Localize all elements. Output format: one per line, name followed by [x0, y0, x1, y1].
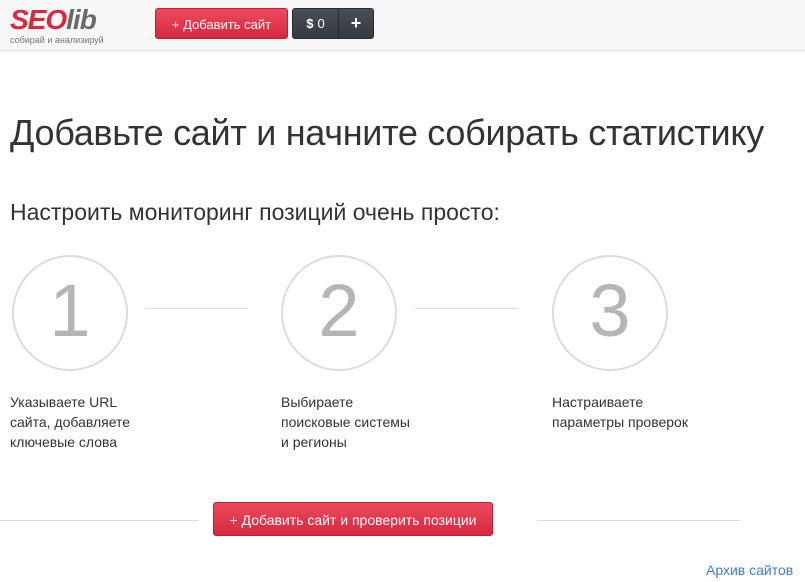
step-2-description: Выбираете поисковые системы и регионы	[281, 392, 431, 452]
step-connector	[146, 308, 248, 309]
step-3-description: Настраиваете параметры проверок	[552, 392, 702, 432]
step-2-circle: 2	[281, 255, 397, 371]
page-subtitle: Настроить мониторинг позиций очень прост…	[10, 199, 500, 225]
step-1-line: Указываете URL	[10, 394, 118, 410]
divider-right	[537, 520, 741, 521]
step-connector	[415, 308, 519, 309]
step-1-number: 1	[49, 269, 91, 352]
step-3-line: параметры проверок	[552, 414, 688, 430]
logo-tagline: собирай и анализируй	[10, 35, 104, 45]
step-3-circle: 3	[552, 255, 668, 371]
step-1-line: ключевые слова	[10, 434, 118, 450]
logo-wordmark: SEOlib	[10, 4, 97, 35]
step-1-circle: 1	[12, 255, 128, 371]
step-2-line: поисковые системы	[281, 414, 410, 430]
add-funds-button[interactable]: +	[339, 9, 373, 38]
balance-button-group: $0 +	[292, 8, 374, 39]
balance-amount: 0	[317, 16, 325, 31]
page-title: Добавьте сайт и начните собирать статист…	[10, 112, 764, 153]
balance-display[interactable]: $0	[293, 9, 339, 38]
archive-sites-link[interactable]: Архив сайтов	[706, 562, 793, 578]
plus-icon: +	[350, 13, 362, 33]
divider-left	[0, 520, 198, 521]
add-site-and-check-button[interactable]: + Добавить сайт и проверить позиции	[213, 502, 493, 536]
step-2-line: Выбираете	[281, 394, 354, 410]
step-2-line: и регионы	[281, 434, 347, 450]
add-site-button[interactable]: + Добавить сайт	[155, 8, 288, 39]
top-bar: SEOlib собирай и анализируй + Добавить с…	[0, 0, 805, 51]
step-3-number: 3	[589, 269, 631, 352]
logo-seo-text: SEO	[10, 4, 67, 35]
step-1-description: Указываете URL сайта, добавляете ключевы…	[10, 392, 160, 452]
step-1-line: сайта, добавляете	[10, 414, 131, 430]
step-2-number: 2	[318, 269, 360, 352]
logo-lib-text: lib	[66, 4, 97, 35]
seolib-logo[interactable]: SEOlib собирай и анализируй	[10, 4, 120, 46]
step-3-line: Настраиваете	[552, 394, 644, 410]
dollar-icon: $	[306, 16, 314, 31]
